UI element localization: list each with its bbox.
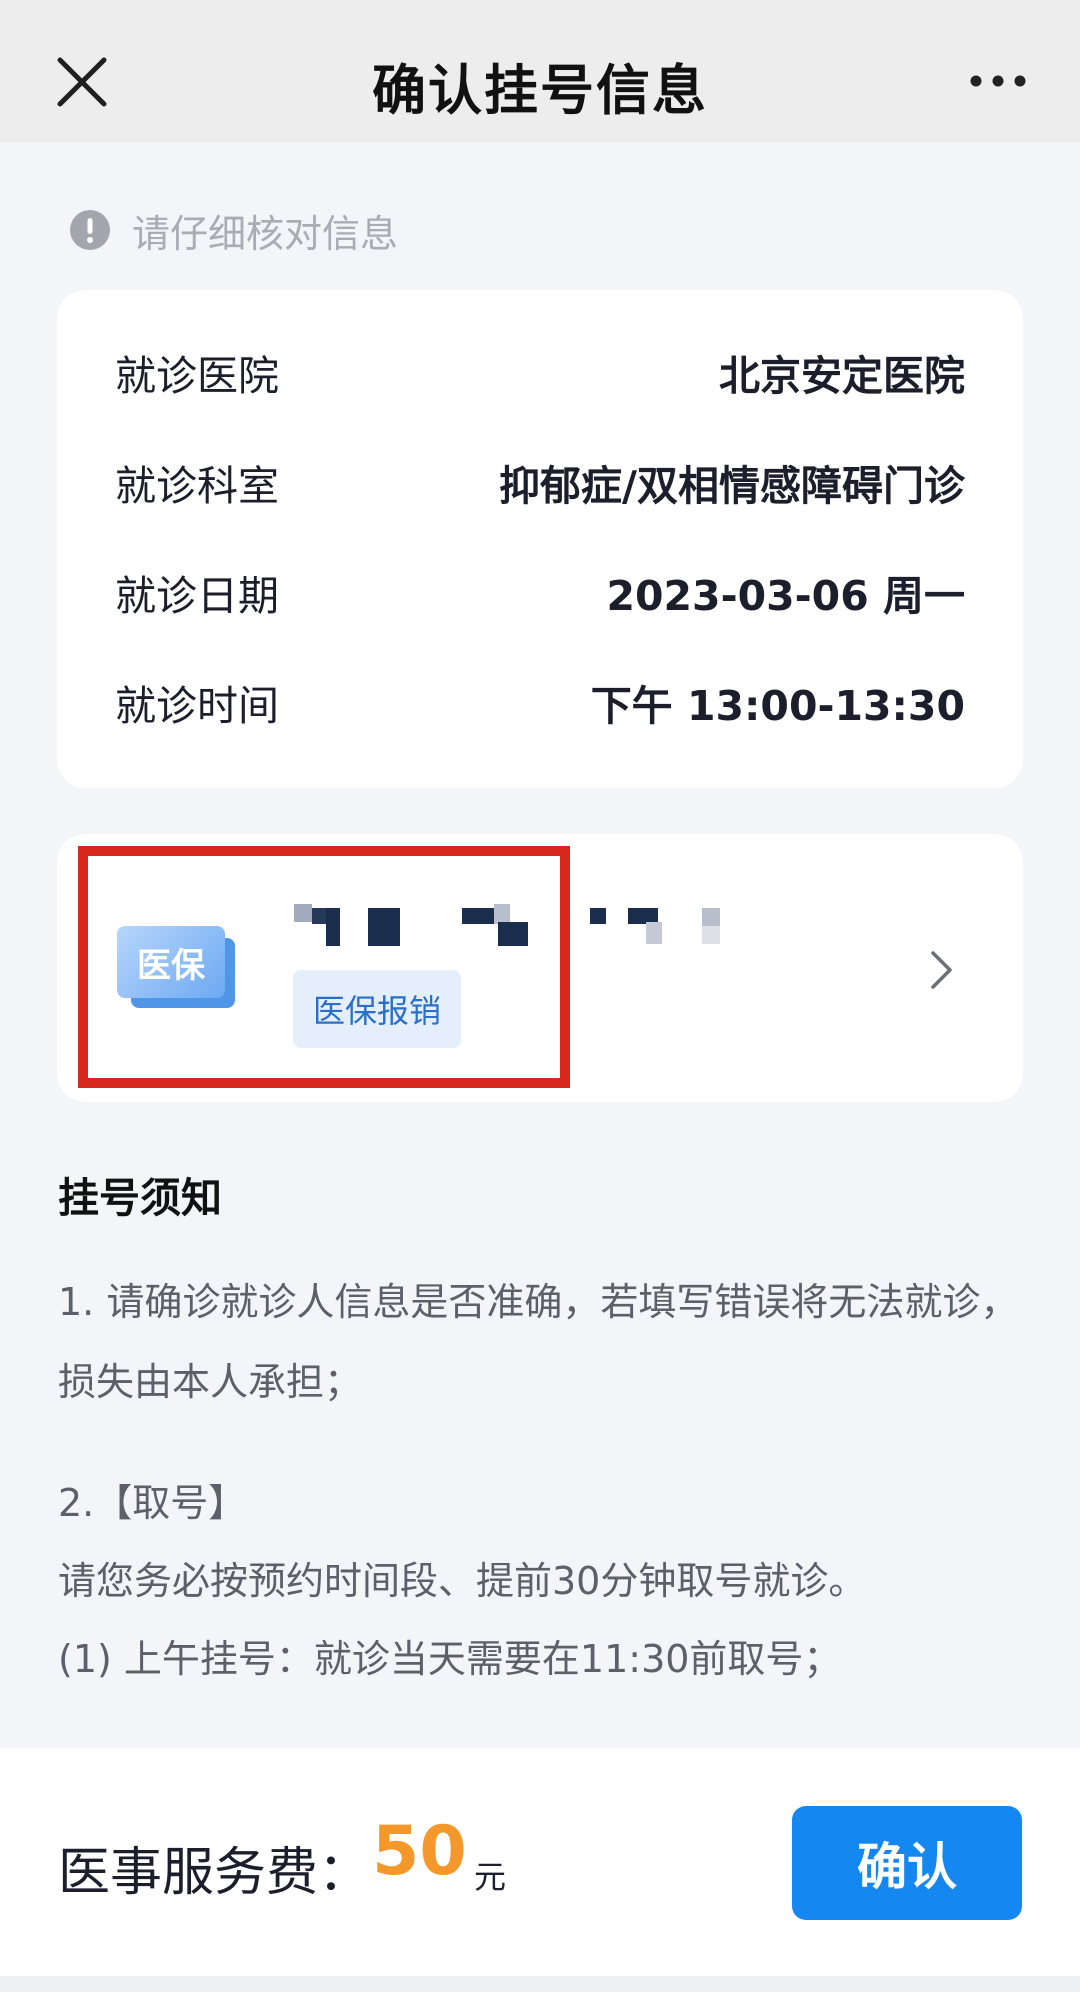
info-value: 2023-03-06 周一 (606, 572, 965, 620)
info-row-department: 就诊科室 抑郁症/双相情感障碍门诊 (115, 452, 965, 512)
insurance-tag: 医保报销 (293, 970, 461, 1048)
exclamation-icon (70, 210, 110, 250)
info-value: 北京安定医院 (719, 352, 965, 400)
info-row-date: 就诊日期 2023-03-06 周一 (115, 562, 965, 622)
fee-amount: 50 (372, 1812, 467, 1891)
registration-rules: 1. 请确诊就诊人信息是否准确，若填写错误将无法就诊，损失由本人承担； 2.【取… (58, 1262, 1020, 1698)
fee-unit: 元 (474, 1858, 507, 1896)
info-row-time: 就诊时间 下午 13:00-13:30 (115, 672, 965, 732)
rule-title: 2.【取号】 (58, 1481, 247, 1525)
info-label: 就诊科室 (115, 462, 279, 510)
rule-item: 2.【取号】 请您务必按预约时间段、提前30分钟取号就诊。 (1) 上午挂号：就… (58, 1464, 1020, 1698)
page-title: 确认挂号信息 (372, 59, 708, 122)
info-label: 就诊医院 (115, 352, 279, 400)
bottom-strip (0, 1976, 1080, 1992)
notice-section-title: 挂号须知 (58, 1174, 222, 1222)
info-row-hospital: 就诊医院 北京安定医院 (115, 342, 965, 402)
info-value: 下午 13:00-13:30 (590, 682, 965, 730)
info-value: 抑郁症/双相情感障碍门诊 (499, 462, 965, 510)
notice-text: 请仔细核对信息 (132, 211, 399, 256)
insurance-logo-label: 医保 (117, 926, 225, 998)
fee-label: 医事服务费： (58, 1843, 371, 1903)
info-label: 就诊日期 (115, 572, 279, 620)
verify-notice: 请仔细核对信息 (70, 204, 398, 256)
more-icon[interactable] (968, 68, 1028, 94)
top-navigation-bar: 确认挂号信息 (0, 0, 1080, 142)
appointment-info-card: 就诊医院 北京安定医院 就诊科室 抑郁症/双相情感障碍门诊 就诊日期 2023-… (57, 290, 1023, 788)
rule-item: 1. 请确诊就诊人信息是否准确，若填写错误将无法就诊，损失由本人承担； (58, 1280, 1019, 1404)
insurance-logo: 医保 (117, 926, 239, 1008)
info-label: 就诊时间 (115, 682, 279, 730)
chevron-right-icon[interactable] (928, 948, 956, 992)
masked-patient-name (294, 904, 720, 946)
confirm-button[interactable]: 确认 (792, 1806, 1022, 1920)
rule-line: (1) 上午挂号：就诊当天需要在11:30前取号； (58, 1637, 842, 1681)
rule-line: 请您务必按预约时间段、提前30分钟取号就诊。 (58, 1559, 867, 1603)
